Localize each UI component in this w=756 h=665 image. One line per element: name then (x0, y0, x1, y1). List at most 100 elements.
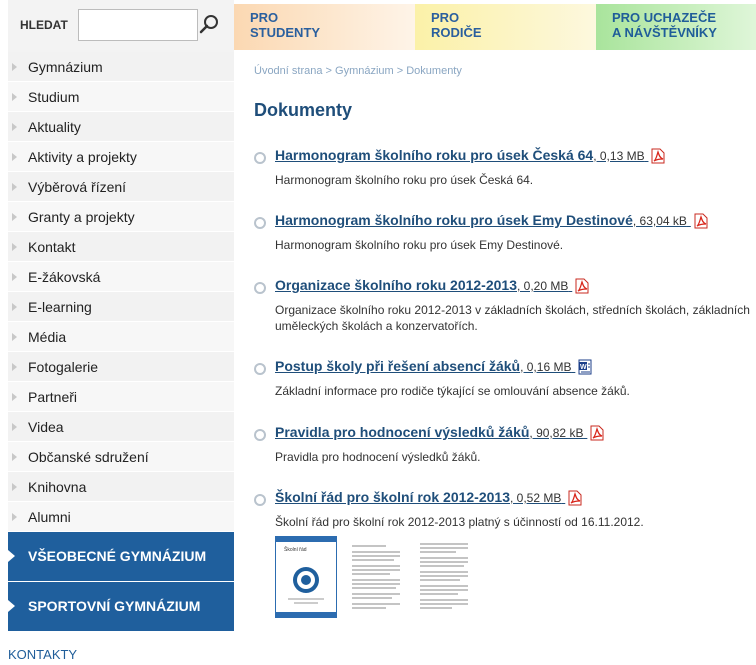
chevron-right-icon (12, 363, 17, 371)
tab-parents[interactable]: PRO RODIČE (415, 4, 596, 50)
breadcrumb[interactable]: Úvodní strana > Gymnázium > Dokumenty (254, 65, 462, 77)
sidebar-item-alumni[interactable]: Alumni (8, 502, 234, 532)
document-link[interactable]: Organizace školního roku 2012-2013 (275, 277, 517, 293)
general-gymnasium-label: VŠEOBECNÉ GYMNÁZIUM (28, 548, 207, 564)
sidebar-item-knihovna[interactable]: Knihovna (8, 472, 234, 502)
sidebar-item-label: Gymnázium (28, 59, 103, 75)
thumbnail-cover-title: Školní řád (284, 546, 307, 553)
chevron-right-icon (12, 153, 17, 161)
sidebar-item-granty[interactable]: Granty a projekty (8, 202, 234, 232)
svg-text:W: W (580, 364, 587, 371)
general-gymnasium-button[interactable]: VŠEOBECNÉ GYMNÁZIUM (8, 532, 234, 581)
document-size: , 90,82 kB (529, 426, 584, 440)
tab-parents-label-1: PRO (431, 10, 460, 25)
tab-applicants[interactable]: PRO UCHAZEČE A NÁVŠTĚVNÍKY (596, 4, 756, 50)
search-icon (199, 15, 218, 34)
sidebar-nav: Gymnázium Studium Aktuality Aktivity a p… (8, 52, 234, 632)
sidebar-item-label: E-žákovská (28, 269, 101, 285)
document-size: , 0,13 MB (593, 149, 645, 163)
sidebar-item-label: Kontakt (28, 239, 76, 255)
tab-students[interactable]: PRO STUDENTY (234, 4, 415, 50)
bullet-icon (254, 494, 266, 506)
document-description: Školní řád pro školní rok 2012-2013 plat… (275, 515, 644, 529)
pdf-file-icon[interactable] (567, 490, 583, 506)
pdf-file-icon[interactable] (574, 278, 590, 294)
document-size: , 0,20 MB (517, 279, 569, 293)
sidebar-item-label: Granty a projekty (28, 209, 135, 225)
sport-gymnasium-button[interactable]: SPORTOVNÍ GYMNÁZIUM (8, 582, 234, 631)
sidebar-item-e-learning[interactable]: E-learning (8, 292, 234, 322)
document-link[interactable]: Postup školy při řešení absencí žáků (275, 358, 520, 374)
sidebar-item-label: Alumni (28, 509, 71, 525)
tab-students-label-1: PRO (250, 10, 279, 25)
document-description: Harmonogram školního roku pro úsek Emy D… (275, 238, 564, 252)
document-page-image (346, 536, 408, 618)
document-size: , 0,16 MB (520, 360, 572, 374)
pdf-file-icon[interactable] (589, 425, 605, 441)
sidebar-item-label: Knihovna (28, 479, 87, 495)
bullet-icon (254, 429, 266, 441)
bullet-icon (254, 217, 266, 229)
document-cover-image: Školní řád (276, 537, 336, 617)
document-size: , 63,04 kB (632, 214, 687, 228)
sidebar-item-label: Občanské sdružení (28, 449, 149, 465)
document-thumbnail[interactable] (414, 536, 476, 618)
page-title: Dokumenty (254, 100, 353, 120)
sidebar-item-fotogalerie[interactable]: Fotogalerie (8, 352, 234, 382)
pdf-file-icon[interactable] (693, 213, 709, 229)
document-link[interactable]: Školní řád pro školní rok 2012-2013 (275, 489, 510, 505)
tab-parents-label-2: RODIČE (431, 25, 482, 40)
chevron-right-icon (12, 273, 17, 281)
chevron-right-icon (12, 453, 17, 461)
chevron-right-icon (12, 423, 17, 431)
sidebar-item-e-zakovska[interactable]: E-žákovská (8, 262, 234, 292)
search-input[interactable] (78, 9, 198, 41)
bullet-icon (254, 152, 266, 164)
sidebar-item-obcanske-sdruzeni[interactable]: Občanské sdružení (8, 442, 234, 472)
chevron-right-icon (12, 63, 17, 71)
sidebar-item-label: Aktuality (28, 119, 81, 135)
chevron-right-icon (12, 513, 17, 521)
document-link[interactable]: Pravidla pro hodnocení výsledků žáků (275, 424, 529, 440)
sidebar-item-label: Výběrová řízení (28, 179, 127, 195)
word-file-icon[interactable]: W (577, 359, 593, 375)
sidebar-item-label: Fotogalerie (28, 359, 99, 375)
sidebar-item-label: Partneři (28, 389, 78, 405)
chevron-right-icon (12, 483, 17, 491)
document-page-image (414, 536, 476, 618)
sidebar-item-videa[interactable]: Videa (8, 412, 234, 442)
sport-gymnasium-label: SPORTOVNÍ GYMNÁZIUM (28, 598, 201, 614)
sidebar-item-media[interactable]: Média (8, 322, 234, 352)
tab-applicants-label-2: A NÁVŠTĚVNÍKY (612, 25, 717, 40)
document-description: Základní informace pro rodiče týkající s… (275, 384, 630, 398)
document-description: Harmonogram školního roku pro úsek Česká… (275, 173, 534, 187)
document-link[interactable]: Harmonogram školního roku pro úsek Emy D… (275, 212, 633, 228)
document-description: Pravidla pro hodnocení výsledků žáků. (275, 450, 481, 464)
chevron-right-icon (12, 333, 17, 341)
document-link[interactable]: Harmonogram školního roku pro úsek Česká… (275, 147, 593, 163)
search-button[interactable] (196, 12, 222, 38)
sidebar-item-gymnazium[interactable]: Gymnázium (8, 52, 234, 82)
bullet-icon (254, 282, 266, 294)
sidebar-item-kontakt[interactable]: Kontakt (8, 232, 234, 262)
contacts-link[interactable]: KONTAKTY (8, 647, 77, 662)
tab-students-label-2: STUDENTY (250, 25, 321, 40)
document-thumbnail[interactable]: Školní řád (275, 536, 337, 618)
tab-applicants-label-1: PRO UCHAZEČE (612, 10, 717, 25)
sidebar-item-label: Videa (28, 419, 64, 435)
document-thumbnail[interactable] (346, 536, 408, 618)
sidebar-item-label: Aktivity a projekty (28, 149, 137, 165)
sidebar-item-vyberova-rizeni[interactable]: Výběrová řízení (8, 172, 234, 202)
pdf-file-icon[interactable] (650, 148, 666, 164)
document-description: Organizace školního roku 2012-2013 v zák… (275, 303, 750, 333)
sidebar-item-aktuality[interactable]: Aktuality (8, 112, 234, 142)
chevron-right-icon (12, 213, 17, 221)
bullet-icon (254, 363, 266, 375)
chevron-right-icon (8, 550, 15, 562)
sidebar-item-partneri[interactable]: Partneři (8, 382, 234, 412)
sidebar-item-label: Studium (28, 89, 80, 105)
search-box: HLEDAT (8, 0, 234, 52)
sidebar-item-studium[interactable]: Studium (8, 82, 234, 112)
sidebar-item-aktivity[interactable]: Aktivity a projekty (8, 142, 234, 172)
document-size: , 0,52 MB (510, 491, 562, 505)
